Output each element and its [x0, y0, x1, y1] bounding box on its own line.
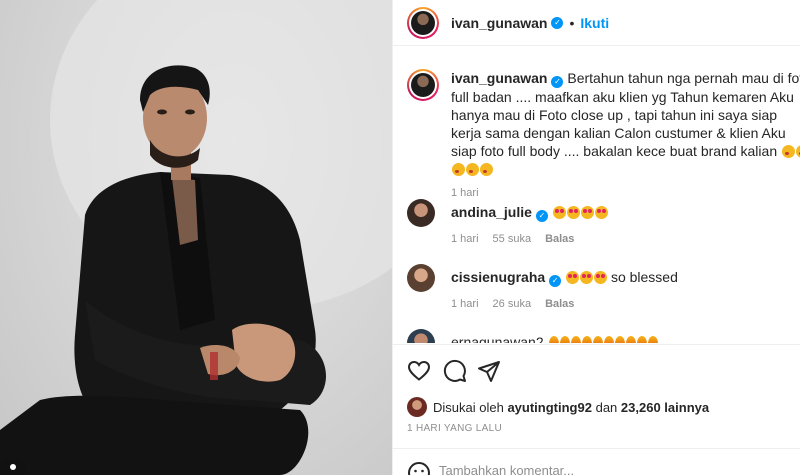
post-date: 1 HARI YANG LALU	[407, 423, 503, 434]
verified-badge-icon: ✓	[551, 16, 564, 29]
fire-emoji-icon	[592, 336, 603, 343]
commenter-username[interactable]: andina_julie	[451, 204, 532, 220]
caption-timestamp: 1 hari	[451, 187, 479, 199]
author-avatar[interactable]	[407, 6, 439, 39]
fire-emoji-icon	[625, 336, 636, 343]
heart-outline-icon[interactable]	[407, 359, 431, 383]
comment-line: cissienugraha ✓ so blessed	[451, 269, 678, 287]
post-side-panel: ivan_gunawan ✓ • Ikuti ivan_gunawan ✓ Ber…	[392, 0, 800, 475]
comments-list[interactable]: ivan_gunawan ✓ Bertahun tahun nga pernah …	[393, 47, 800, 343]
post-header: ivan_gunawan ✓ • Ikuti	[393, 0, 800, 46]
fire-emoji-icon	[614, 336, 625, 343]
comment-emojis	[565, 269, 608, 285]
kiss-emoji-icon	[782, 145, 795, 158]
paper-plane-icon[interactable]	[477, 359, 501, 383]
post-photo-illustration	[0, 0, 392, 475]
comment-likes[interactable]: 55 suka	[493, 233, 532, 245]
heart-emoji-icon	[580, 271, 594, 284]
comment-time: 1 hari	[451, 233, 479, 245]
liker-avatar[interactable]	[407, 397, 427, 417]
kiss-emoji-icon	[796, 145, 800, 158]
commenter-username[interactable]: cissienugraha	[451, 269, 545, 285]
commenter-avatar[interactable]	[407, 199, 435, 227]
fire-emoji-icon	[647, 336, 658, 343]
add-comment-bar	[393, 448, 800, 475]
likes-summary: Disukai oleh ayutingting92 dan 23,260 la…	[407, 397, 709, 417]
author-username[interactable]: ivan_gunawan	[451, 15, 547, 31]
fire-emoji-icon	[603, 336, 614, 343]
likes-count[interactable]: 23,260 lainnya	[621, 400, 709, 415]
heart-emoji-icon	[594, 271, 608, 284]
post-actions-bar	[393, 344, 800, 396]
emoji-smile-icon[interactable]	[407, 461, 431, 475]
reply-button[interactable]: Balas	[545, 233, 574, 245]
comment-item: cissienugraha ✓ so blessed 1 hari 26 suka B…	[407, 264, 800, 314]
comment-input[interactable]	[439, 463, 779, 475]
commenter-avatar[interactable]	[407, 329, 435, 343]
comment-meta: 1 hari 26 suka Balas	[451, 298, 588, 310]
comment-bubble-icon[interactable]	[443, 359, 467, 383]
comment-emojis	[548, 334, 658, 343]
comment-item: andina_julie ✓ 1 hari 55 suka Balas	[407, 199, 800, 249]
reply-button[interactable]: Balas	[545, 298, 574, 310]
likes-joiner: dan	[595, 399, 618, 415]
comment-text: so blessed	[610, 269, 678, 285]
fire-emoji-icon	[570, 336, 581, 343]
caption-text-block: ivan_gunawan ✓ Bertahun tahun nga pernah …	[451, 69, 800, 178]
likes-prefix: Disukai oleh	[433, 399, 504, 415]
liker-username[interactable]: ayutingting92	[507, 400, 592, 415]
kiss-emoji-icon	[480, 163, 493, 176]
header-separator: •	[569, 14, 575, 31]
comment-item: ernagunawan2	[407, 329, 800, 343]
heart-emoji-icon	[566, 271, 580, 284]
fire-emoji-icon	[636, 336, 647, 343]
heart-emoji-icon	[552, 206, 566, 219]
follow-button[interactable]: Ikuti	[580, 15, 609, 31]
commenter-username[interactable]: ernagunawan2	[451, 334, 544, 343]
verified-badge-icon: ✓	[535, 210, 548, 222]
fire-emoji-icon	[559, 336, 570, 343]
kiss-emoji-icon	[452, 163, 465, 176]
post-photo[interactable]	[0, 0, 392, 475]
comment-likes[interactable]: 26 suka	[493, 298, 532, 310]
comment-meta: 1 hari 55 suka Balas	[451, 233, 588, 245]
kiss-emoji-icon	[466, 163, 479, 176]
fire-emoji-icon	[581, 336, 592, 343]
comment-line: ernagunawan2	[451, 334, 658, 343]
caption-author-username[interactable]: ivan_gunawan	[451, 70, 547, 86]
comment-time: 1 hari	[451, 298, 479, 310]
commenter-avatar[interactable]	[407, 264, 435, 292]
fire-emoji-icon	[548, 336, 559, 343]
verified-badge-icon: ✓	[551, 76, 564, 88]
heart-emoji-icon	[580, 206, 594, 219]
caption-author-avatar[interactable]	[407, 69, 439, 101]
verified-badge-icon: ✓	[549, 275, 562, 287]
heart-emoji-icon	[594, 206, 608, 219]
comment-emojis	[552, 204, 608, 220]
comment-line: andina_julie ✓	[451, 204, 608, 222]
heart-emoji-icon	[566, 206, 580, 219]
